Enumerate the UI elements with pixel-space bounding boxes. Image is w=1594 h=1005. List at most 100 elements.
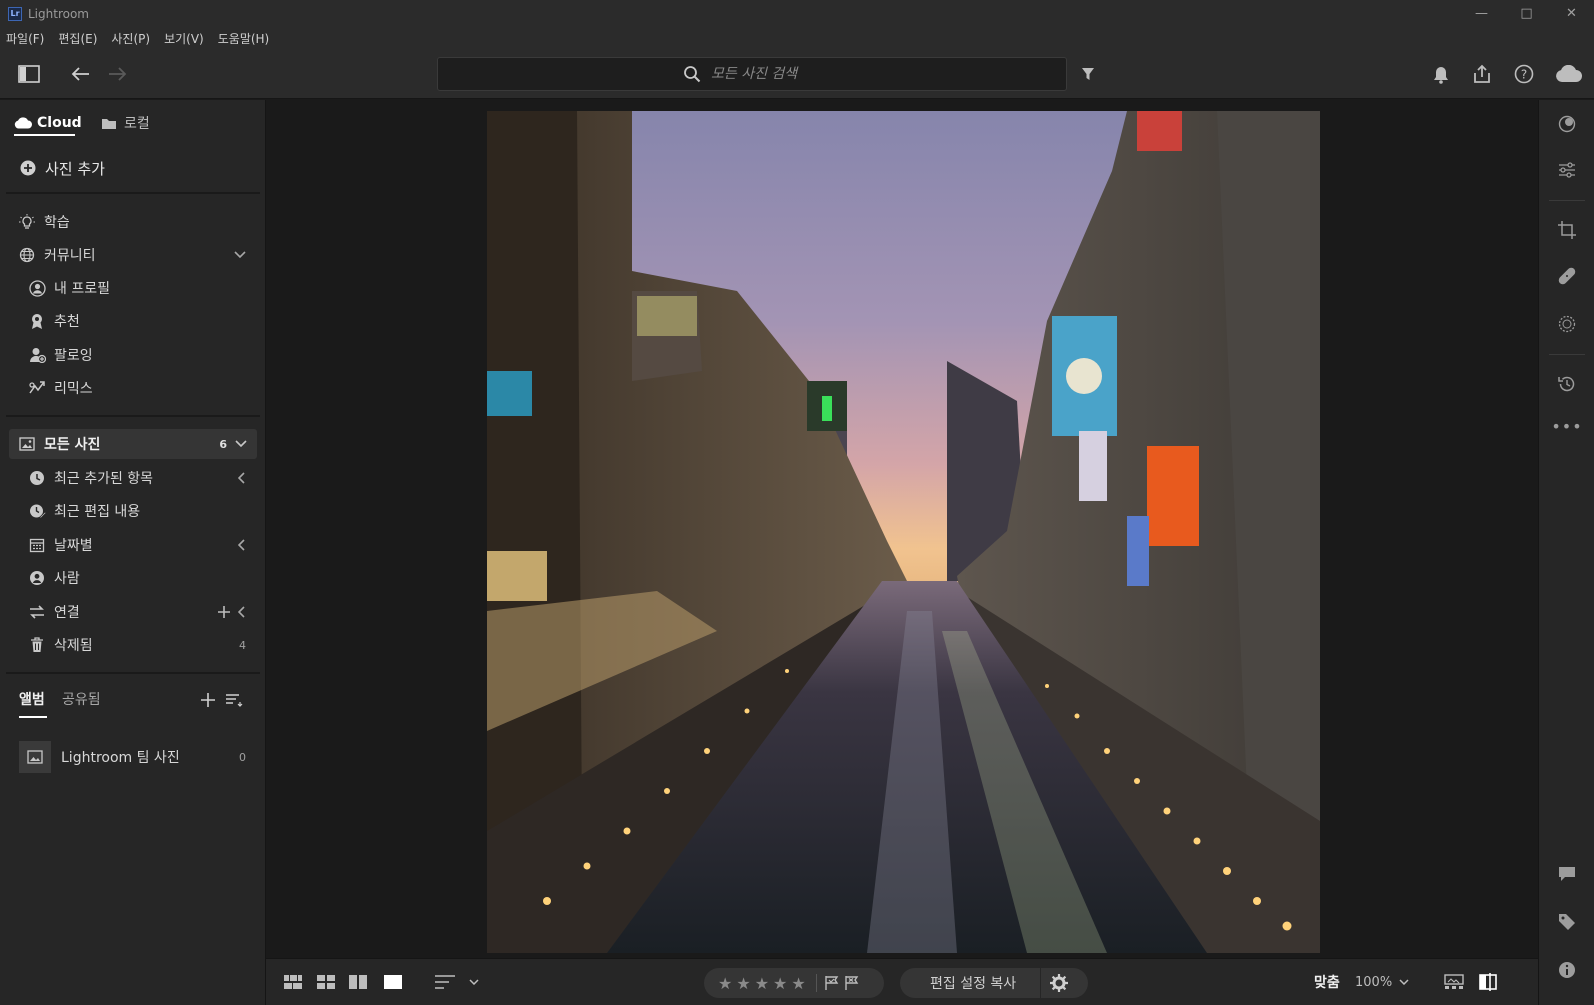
sidebar-item-my-profile[interactable]: 내 프로필 [0, 273, 266, 303]
detail-view-icon[interactable] [383, 971, 403, 993]
zoom-level[interactable]: 100% [1355, 971, 1392, 993]
panel-toggle-icon[interactable] [16, 61, 42, 87]
deleted-count: 4 [239, 638, 246, 652]
lightbulb-icon [18, 213, 36, 231]
album-item[interactable]: Lightroom 팀 사진 0 [0, 738, 266, 776]
menu-photo[interactable]: 사진(P) [111, 30, 150, 47]
sidebar-item-following[interactable]: 팔로잉 [0, 340, 266, 370]
maximize-button[interactable]: □ [1504, 0, 1549, 27]
history-icon[interactable] [1553, 370, 1581, 398]
photo-grid-view-icon[interactable] [283, 971, 303, 993]
zoom-chevron-down-icon[interactable] [1397, 971, 1411, 993]
search-bar[interactable] [437, 57, 1067, 91]
compare-view-icon[interactable] [348, 971, 368, 993]
chevron-left-icon[interactable] [238, 606, 246, 618]
sidebar-item-remix[interactable]: 리믹스 [0, 373, 266, 403]
sidebar-item-people[interactable]: 사람 [0, 563, 266, 593]
pill-divider [1040, 968, 1042, 998]
sidebar-item-learn[interactable]: 학습 [0, 207, 266, 237]
svg-text:?: ? [1521, 68, 1527, 82]
user-follow-icon [28, 346, 46, 364]
star-icon[interactable]: ★ [736, 974, 750, 993]
fit-zoom-button[interactable]: 맞춤 [1314, 971, 1340, 993]
crop-icon[interactable] [1553, 216, 1581, 244]
sidebar-item-recently-edited[interactable]: 최근 편집 내용 [0, 496, 266, 526]
tab-shared[interactable]: 공유됨 [62, 686, 101, 712]
left-sidebar: Cloud 로컬 사진 추가 학습 커뮤니티 내 프로필 추천 팔로잉 리믹스 … [0, 100, 266, 1005]
sidebar-item-following-label: 팔로잉 [54, 348, 93, 364]
star-icon[interactable]: ★ [773, 974, 787, 993]
comment-icon[interactable] [1553, 860, 1581, 888]
sidebar-item-by-date[interactable]: 날짜별 [0, 530, 266, 560]
menu-view[interactable]: 보기(V) [164, 30, 204, 47]
chevron-down-icon[interactable] [235, 440, 247, 448]
sidebar-item-connections[interactable]: 연결 [0, 597, 266, 627]
chevron-down-icon[interactable] [467, 971, 481, 993]
main-photo[interactable] [487, 111, 1320, 953]
chevron-left-icon[interactable] [238, 539, 246, 551]
cloud-sync-icon[interactable] [1554, 62, 1584, 86]
sidebar-item-community[interactable]: 커뮤니티 [0, 240, 266, 270]
sidebar-item-all-photos[interactable]: 모든 사진 6 [9, 429, 257, 459]
sidebar-item-recently-added[interactable]: 최근 추가된 항목 [0, 463, 266, 493]
help-icon[interactable]: ? [1512, 62, 1536, 86]
tab-local[interactable]: 로컬 [101, 110, 150, 136]
filter-icon[interactable] [1078, 64, 1098, 84]
add-photos-button[interactable]: 사진 추가 [0, 153, 266, 183]
swap-arrows-icon [28, 603, 46, 621]
chevron-down-icon[interactable] [234, 251, 246, 259]
pick-flag-icon[interactable] [825, 976, 839, 990]
bell-icon[interactable] [1430, 64, 1452, 86]
right-divider [1549, 354, 1585, 355]
chevron-left-icon[interactable] [238, 472, 246, 484]
copy-edits-group: 편집 설정 복사 [900, 968, 1088, 998]
edit-clock-icon [28, 502, 46, 520]
sidebar-item-learn-label: 학습 [44, 215, 70, 231]
sidebar-divider [6, 415, 260, 417]
star-icon[interactable]: ★ [718, 974, 732, 993]
clock-icon [28, 469, 46, 487]
sort-icon[interactable] [434, 971, 456, 993]
sidebar-item-featured[interactable]: 추천 [0, 306, 266, 336]
menu-file[interactable]: 파일(F) [6, 30, 44, 47]
forward-arrow-icon[interactable] [106, 62, 130, 86]
sort-albums-icon[interactable] [224, 691, 244, 709]
sidebar-item-deleted-label: 삭제됨 [54, 638, 93, 654]
sidebar-item-deleted[interactable]: 삭제됨 4 [0, 630, 266, 660]
tab-cloud-underline [14, 134, 75, 136]
presets-icon[interactable] [1553, 110, 1581, 138]
share-icon[interactable] [1470, 62, 1494, 86]
more-options-icon[interactable]: ••• [1551, 412, 1581, 440]
add-photos-label: 사진 추가 [45, 159, 105, 178]
menu-edit[interactable]: 편집(E) [58, 30, 97, 47]
all-photos-count: 6 [219, 437, 227, 451]
tab-albums[interactable]: 앨범 [19, 686, 45, 712]
edit-sliders-icon[interactable] [1553, 156, 1581, 184]
window-title: Lightroom [28, 6, 89, 21]
gear-icon[interactable] [1050, 974, 1069, 992]
masking-icon[interactable] [1553, 310, 1581, 338]
info-icon[interactable] [1553, 956, 1581, 984]
star-rating[interactable]: ★ ★ ★ ★ ★ [716, 974, 808, 993]
minimize-button[interactable]: — [1459, 0, 1504, 27]
square-grid-view-icon[interactable] [316, 971, 336, 993]
healing-bandage-icon[interactable] [1553, 262, 1581, 290]
copy-edit-settings-button[interactable]: 편집 설정 복사 [930, 973, 1016, 993]
before-after-icon[interactable] [1477, 971, 1499, 993]
search-input[interactable] [711, 66, 821, 82]
back-arrow-icon[interactable] [68, 62, 92, 86]
trash-icon [28, 636, 46, 654]
tag-icon[interactable] [1553, 908, 1581, 936]
add-connection-plus-icon[interactable] [218, 606, 230, 618]
remix-icon [28, 379, 46, 397]
search-icon [683, 65, 701, 83]
star-icon[interactable]: ★ [791, 974, 805, 993]
sidebar-divider [6, 672, 260, 674]
reject-flag-icon[interactable] [845, 976, 859, 990]
add-album-plus-icon[interactable] [199, 691, 217, 709]
filmstrip-icon[interactable] [1443, 971, 1465, 993]
star-icon[interactable]: ★ [755, 974, 769, 993]
tab-cloud[interactable]: Cloud [14, 110, 82, 136]
close-button[interactable]: ✕ [1549, 0, 1594, 27]
menu-help[interactable]: 도움말(H) [218, 30, 270, 47]
